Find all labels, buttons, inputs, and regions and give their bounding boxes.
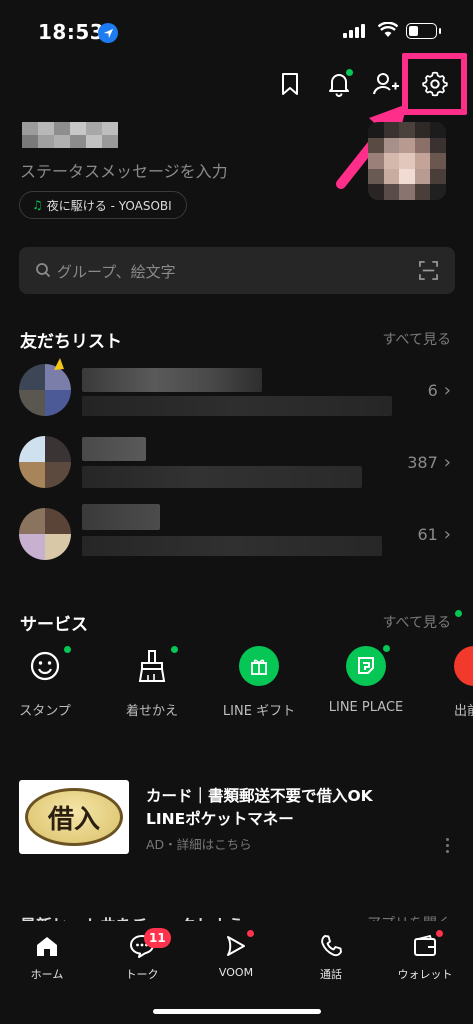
service-stamp[interactable]: スタンプ [0, 646, 90, 719]
status-message-input[interactable]: ステータスメッセージを入力 [20, 158, 228, 182]
friend-count-3[interactable]: 61 › [417, 524, 451, 545]
tab-call[interactable]: 通話 [291, 932, 371, 982]
ad-image[interactable]: 借入 [19, 780, 129, 854]
gift-icon [239, 646, 279, 686]
friend-message-pixelated [82, 396, 392, 416]
ad-subtitle[interactable]: AD・詳細はこちら [146, 834, 252, 853]
wallet-icon [411, 930, 443, 960]
chevron-right-icon: › [443, 452, 451, 473]
profile-name-pixelated [22, 122, 118, 148]
friend-message-pixelated [82, 536, 382, 556]
chevron-right-icon: › [443, 524, 451, 545]
tab-wallet[interactable]: ウォレット [385, 930, 465, 982]
friend-name-pixelated [82, 504, 160, 530]
search-icon [36, 263, 51, 278]
voom-icon [222, 930, 254, 960]
notification-dot [346, 69, 353, 76]
search-bar[interactable]: グループ、絵文字 [19, 247, 455, 294]
friends-see-all-link[interactable]: すべて見る [383, 329, 451, 349]
music-chip[interactable]: ♫ 夜に駆ける - YOASOBI [19, 191, 187, 219]
ad-image-text: 借入 [25, 788, 123, 846]
chevron-right-icon: › [443, 380, 451, 401]
service-delivery[interactable]: 出前 [428, 646, 473, 719]
friend-group-avatar[interactable] [19, 436, 71, 488]
phone-icon [317, 932, 345, 960]
see-all-new-dot [455, 610, 462, 617]
party-hat-icon [53, 356, 65, 370]
brush-icon [132, 646, 178, 686]
search-placeholder: グループ、絵文字 [57, 263, 176, 281]
location-icon [98, 23, 118, 43]
friend-name-pixelated [82, 437, 146, 461]
services-section-title: サービス [20, 615, 88, 635]
delivery-icon [454, 646, 473, 686]
tab-talk[interactable]: 11 トーク [102, 928, 182, 982]
bookmark-icon[interactable] [274, 68, 306, 100]
add-friend-icon[interactable] [370, 68, 402, 100]
home-icon [33, 932, 61, 960]
qr-scan-icon[interactable] [419, 261, 438, 280]
music-note-icon: ♫ [32, 198, 43, 212]
service-place[interactable]: LINE PLACE [321, 645, 411, 715]
friend-count-1[interactable]: 6 › [428, 380, 451, 401]
battery-icon [406, 23, 441, 39]
service-theme[interactable]: 着せかえ [107, 646, 197, 719]
friend-group-avatar[interactable] [19, 508, 71, 560]
wifi-icon [377, 21, 399, 42]
friends-section-title: 友だちリスト [20, 332, 122, 352]
profile-avatar[interactable] [368, 122, 446, 200]
smile-icon [25, 646, 71, 686]
unread-badge: 11 [144, 928, 171, 948]
home-indicator [153, 1009, 321, 1014]
friend-group-avatar[interactable] [19, 364, 71, 416]
service-gift[interactable]: LINE ギフト [214, 646, 304, 719]
bell-icon[interactable] [323, 68, 355, 100]
music-label: 夜に駆ける - YOASOBI [46, 198, 172, 213]
friend-count-2[interactable]: 387 › [407, 452, 451, 473]
friend-name-pixelated [82, 368, 262, 392]
more-options-icon[interactable] [446, 838, 449, 853]
signal-icon [343, 24, 365, 38]
tab-home[interactable]: ホーム [7, 932, 87, 982]
services-see-all-link[interactable]: すべて見る [383, 612, 451, 632]
place-icon [346, 645, 390, 686]
ad-title[interactable]: カード｜書類郵送不要で借入OK LINEポケットマネー [146, 785, 406, 831]
chat-icon: 11 [128, 928, 171, 960]
friend-message-pixelated [82, 466, 362, 488]
status-time: 18:53 [38, 20, 105, 44]
tab-voom[interactable]: VOOM [196, 930, 276, 979]
